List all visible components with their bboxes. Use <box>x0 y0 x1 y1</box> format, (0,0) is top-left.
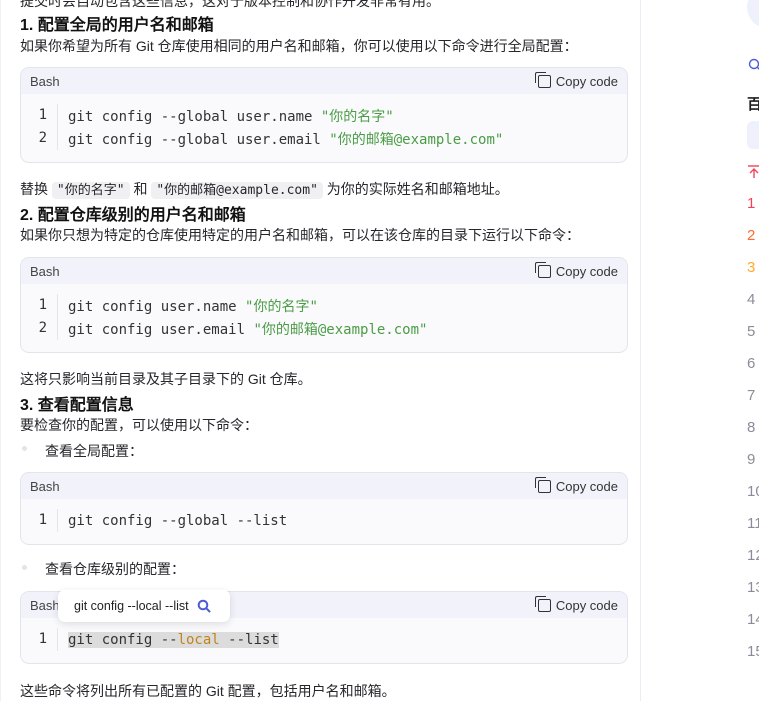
code-line: 2 git config user.email "你的邮箱@example.com… <box>21 317 627 340</box>
avatar-circle[interactable] <box>747 0 759 28</box>
code-line: 1 git config --local --list <box>21 628 627 651</box>
code-text: git config --global user.email <box>68 131 330 148</box>
replace-note: 替换 "你的名字" 和 "你的邮箱@example.com" 为你的实际姓名和邮… <box>20 179 509 199</box>
line-number: 1 <box>21 104 58 127</box>
intro-tail-text: 提交时会自动包含这些信息，这对于版本控制和协作开发非常有用。 <box>20 0 440 9</box>
code-lang: Bash <box>30 597 60 613</box>
rank-number[interactable]: 5 <box>747 323 755 340</box>
code-lang: Bash <box>30 263 60 279</box>
search-icon[interactable] <box>197 599 211 613</box>
copy-label: Copy code <box>555 263 618 279</box>
copy-icon <box>534 71 551 88</box>
copy-code-button[interactable]: Copy code <box>534 71 618 89</box>
copy-code-button[interactable]: Copy code <box>534 261 618 279</box>
code-line: 1 git config --global --list <box>21 509 627 532</box>
copy-icon <box>534 476 551 493</box>
section3-desc: 要检查你的配置，可以使用以下命令： <box>20 417 258 433</box>
code-string: "你的名字" <box>245 298 318 315</box>
code-block-2: Bash Copy code 1 git config user.name "你的… <box>20 257 628 353</box>
bullet-dot <box>22 565 27 570</box>
code-string: "你的邮箱@example.com" <box>329 131 504 148</box>
rank-number[interactable]: 13 <box>747 579 759 596</box>
code-line: 2 git config --global user.email "你的邮箱@ex… <box>21 127 627 150</box>
rank-number[interactable]: 4 <box>747 291 755 308</box>
line-number: 1 <box>21 509 58 532</box>
code-text: git config user.name <box>68 298 246 315</box>
code-keyword: local <box>177 631 220 648</box>
rank-number[interactable]: 8 <box>747 419 755 436</box>
code-lang: Bash <box>30 73 60 89</box>
text: 为你的实际姓名和邮箱地址。 <box>326 181 509 197</box>
code-block-1: Bash Copy code 1 git config --global user… <box>20 67 628 163</box>
code-text: --list <box>219 631 279 648</box>
rank-number[interactable]: 9 <box>747 451 755 468</box>
selected-code[interactable]: git config --local --list <box>68 631 279 648</box>
sidebar-title: 百 <box>747 96 759 113</box>
code-text: git config -- <box>68 631 178 648</box>
section1-heading: 1. 配置全局的用户名和邮箱 <box>20 17 214 34</box>
bullet-local: 查看仓库级别的配置： <box>45 561 185 577</box>
rank-number[interactable]: 14 <box>747 611 759 628</box>
rank-number[interactable]: 2 <box>747 227 755 244</box>
inline-code: "你的邮箱@example.com" <box>151 182 323 199</box>
code-lang: Bash <box>30 478 60 494</box>
section3-heading: 3. 查看配置信息 <box>20 397 134 414</box>
code-block-3: Bash Copy code 1 git config --global --li… <box>20 472 628 545</box>
rank-number[interactable]: 15 <box>747 643 759 660</box>
code-string: "你的名字" <box>320 108 394 125</box>
text: 替换 <box>20 181 48 197</box>
copy-label: Copy code <box>555 597 618 613</box>
inline-code: "你的名字" <box>51 182 130 199</box>
text: 和 <box>133 181 148 197</box>
copy-label: Copy code <box>555 478 618 494</box>
bullet-global: 查看全局配置： <box>45 443 143 459</box>
rank-number[interactable]: 10 <box>747 483 759 500</box>
hot-list-sidebar: 百 <box>641 0 759 701</box>
search-icon[interactable] <box>748 58 759 72</box>
tooltip-text: git config --local --list <box>74 599 189 613</box>
copy-code-button[interactable]: Copy code <box>534 595 618 613</box>
line-number: 2 <box>21 317 58 340</box>
closing-text: 这些命令将列出所有已配置的 Git 配置，包括用户名和邮箱。 <box>20 683 396 699</box>
selection-search-tooltip[interactable]: git config --local --list <box>58 590 230 622</box>
rank-number[interactable]: 3 <box>747 259 755 276</box>
arrow-to-top-icon <box>748 165 759 178</box>
bullet-dot <box>22 446 27 451</box>
chat-content: 提交时会自动包含这些信息，这对于版本控制和协作开发非常有用。 1. 配置全局的用… <box>0 0 641 701</box>
line-number: 1 <box>21 628 58 651</box>
rank-number[interactable]: 6 <box>747 355 755 372</box>
rank-number[interactable]: 12 <box>747 547 759 564</box>
copy-code-button[interactable]: Copy code <box>534 476 618 494</box>
code-line: 1 git config user.name "你的名字" <box>21 294 627 317</box>
code-text: git config --global --list <box>68 512 288 529</box>
scope-note: 这将只影响当前目录及其子目录下的 Git 仓库。 <box>20 371 312 387</box>
copy-icon <box>534 261 551 278</box>
line-number: 2 <box>21 127 58 150</box>
rank-number[interactable]: 11 <box>747 515 759 532</box>
line-number: 1 <box>21 294 58 317</box>
code-string: "你的邮箱@example.com" <box>253 321 428 338</box>
code-text: git config --global user.name <box>68 108 321 125</box>
copy-label: Copy code <box>555 73 618 89</box>
code-text: git config user.email <box>68 321 254 338</box>
section2-heading: 2. 配置仓库级别的用户名和邮箱 <box>20 207 246 224</box>
section2-desc: 如果你只想为特定的仓库使用特定的用户名和邮箱，可以在该仓库的目录下运行以下命令： <box>20 227 580 243</box>
rank-number[interactable]: 7 <box>747 387 755 404</box>
code-line: 1 git config --global user.name "你的名字" <box>21 104 627 127</box>
section1-desc: 如果你希望为所有 Git 仓库使用相同的用户名和邮箱，你可以使用以下命令进行全局… <box>20 38 578 54</box>
rank-number[interactable]: 1 <box>747 195 755 212</box>
sidebar-tab[interactable] <box>747 121 759 149</box>
copy-icon <box>534 595 551 612</box>
